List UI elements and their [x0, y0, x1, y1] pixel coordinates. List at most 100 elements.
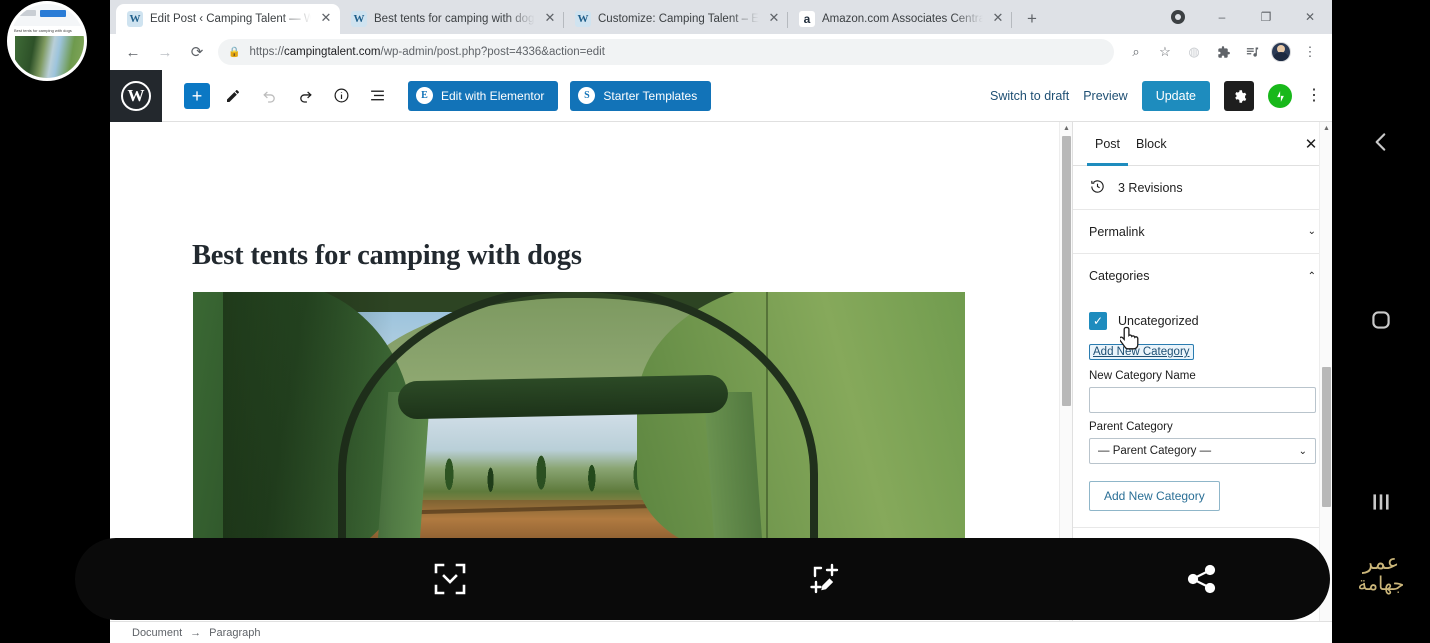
- bookmark-star-icon[interactable]: ☆: [1151, 38, 1179, 66]
- revisions-row[interactable]: 3 Revisions: [1073, 166, 1332, 210]
- tab-title: Edit Post ‹ Camping Talent — Wo: [150, 13, 311, 25]
- settings-gear-button[interactable]: [1224, 81, 1254, 111]
- avatar[interactable]: [1267, 38, 1295, 66]
- revisions-clock-icon: [1089, 178, 1106, 198]
- tab-close-icon[interactable]: ✕: [318, 11, 334, 27]
- editor-more-menu-button[interactable]: ⋮: [1306, 88, 1322, 103]
- editor-tools: +: [162, 82, 390, 109]
- wordpress-favicon-icon: W: [575, 11, 591, 27]
- tab-close-icon[interactable]: ✕: [542, 11, 558, 27]
- checkbox-checked-icon[interactable]: ✓: [1089, 312, 1107, 330]
- tab-strip: W Edit Post ‹ Camping Talent — Wo ✕ W Be…: [110, 0, 1332, 34]
- redo-button[interactable]: [292, 83, 318, 109]
- canvas-scrollbar-thumb[interactable]: [1062, 136, 1071, 406]
- starter-templates-button[interactable]: S Starter Templates: [570, 80, 712, 111]
- tab-block[interactable]: Block: [1128, 122, 1175, 166]
- jetpack-icon[interactable]: [1268, 84, 1292, 108]
- categories-row[interactable]: Categories ⌃: [1073, 254, 1332, 298]
- edit-with-elementor-label: Edit with Elementor: [441, 88, 545, 103]
- featured-image[interactable]: [193, 292, 965, 542]
- profile-dot-icon[interactable]: [1156, 0, 1200, 34]
- url-prefix: https://: [249, 46, 284, 58]
- update-button[interactable]: Update: [1141, 81, 1210, 111]
- wordpress-logo-icon: W: [121, 80, 151, 111]
- categories-panel: ✓ Uncategorized Add New Category New Cat…: [1073, 298, 1332, 528]
- edit-with-elementor-button[interactable]: E Edit with Elementor: [408, 80, 559, 111]
- window-controls: – ❐ ✕: [1156, 0, 1332, 34]
- new-category-name-input[interactable]: [1089, 387, 1316, 413]
- image-shadow: [223, 292, 393, 542]
- url-path: /wp-admin/post.php?post=4336&action=edit: [380, 46, 605, 58]
- tab-close-icon[interactable]: ✕: [766, 11, 782, 27]
- share-icon[interactable]: [1182, 559, 1222, 599]
- new-tab-button[interactable]: +: [1018, 5, 1046, 33]
- thumbnail-caption: Best tents for camping with dogs: [10, 26, 84, 35]
- address-bar[interactable]: 🔒 https://campingtalent.com/wp-admin/pos…: [218, 39, 1114, 65]
- browser-tab-3[interactable]: W Customize: Camping Talent – Eve ✕: [564, 4, 788, 34]
- wp-editor-toolbar: W + E Edit with Elementor S Starter Temp…: [110, 69, 1332, 122]
- watermark-line-2: جهامة: [1357, 573, 1405, 596]
- lock-icon: 🔒: [228, 46, 241, 58]
- markup-edit-icon[interactable]: [805, 559, 845, 599]
- scroll-up-arrow-icon[interactable]: ▲: [1322, 125, 1331, 132]
- add-new-category-button[interactable]: Add New Category: [1089, 481, 1220, 511]
- reload-button[interactable]: ⟳: [182, 37, 212, 67]
- permalink-row[interactable]: Permalink ⌄: [1073, 210, 1332, 254]
- preview-button[interactable]: Preview: [1083, 89, 1127, 103]
- thumbnail-browser-bar: [10, 4, 84, 26]
- list-view-button[interactable]: [364, 83, 390, 109]
- recents-bars-icon[interactable]: [1332, 482, 1430, 522]
- address-bar-url: https://campingtalent.com/wp-admin/post.…: [249, 46, 604, 58]
- post-title[interactable]: Best tents for camping with dogs: [192, 240, 1072, 272]
- tab-close-icon[interactable]: ✕: [990, 11, 1006, 27]
- add-new-category-link[interactable]: Add New Category: [1089, 344, 1194, 360]
- sidebar-scrollbar-thumb[interactable]: [1322, 367, 1331, 507]
- status-document[interactable]: Document: [132, 627, 182, 639]
- browser-tab-2[interactable]: W Best tents for camping with dogs ✕: [340, 4, 564, 34]
- undo-button[interactable]: [256, 83, 282, 109]
- minimize-button[interactable]: –: [1200, 0, 1244, 34]
- wordpress-favicon-icon: W: [127, 11, 143, 27]
- parent-category-label: Parent Category: [1089, 421, 1173, 433]
- status-block-type[interactable]: Paragraph: [209, 627, 260, 639]
- close-window-button[interactable]: ✕: [1288, 0, 1332, 34]
- crop-collapse-icon[interactable]: [430, 559, 470, 599]
- tab-title: Best tents for camping with dogs: [374, 13, 535, 25]
- category-label-uncategorized: Uncategorized: [1118, 314, 1199, 328]
- recorder-watermark: عمر جهامة: [1332, 550, 1430, 596]
- url-host: campingtalent.com: [283, 46, 381, 58]
- back-button[interactable]: ←: [118, 37, 148, 67]
- tab-post[interactable]: Post: [1087, 122, 1129, 166]
- screenshot-overlay-toolbar: [75, 538, 1330, 620]
- forward-button[interactable]: →: [150, 37, 180, 67]
- home-square-icon[interactable]: [1332, 300, 1430, 340]
- parent-category-value: — Parent Category —: [1098, 445, 1212, 457]
- details-info-button[interactable]: [328, 83, 354, 109]
- android-nav-bar: عمر جهامة: [1332, 0, 1430, 643]
- category-checkbox-row[interactable]: ✓ Uncategorized: [1089, 304, 1316, 334]
- zoom-search-icon[interactable]: ⌕: [1122, 38, 1150, 66]
- browser-tab-4[interactable]: a Amazon.com Associates Central ✕: [788, 4, 1012, 34]
- reading-list-icon[interactable]: [1238, 38, 1266, 66]
- parent-category-select[interactable]: — Parent Category — ⌄: [1089, 438, 1316, 464]
- wordpress-logo-button[interactable]: W: [110, 69, 162, 122]
- maximize-button[interactable]: ❐: [1244, 0, 1288, 34]
- screenshot-thumbnail[interactable]: Best tents for camping with dogs: [7, 1, 87, 81]
- tab-title: Customize: Camping Talent – Eve: [598, 13, 759, 25]
- browser-tab-1[interactable]: W Edit Post ‹ Camping Talent — Wo ✕: [116, 4, 340, 34]
- edit-pencil-button[interactable]: [220, 83, 246, 109]
- status-separator: →: [190, 626, 202, 639]
- omnibox-actions: ⌕ ☆ ◍ ⋮: [1122, 38, 1324, 66]
- extensions-puzzle-icon[interactable]: [1209, 38, 1237, 66]
- back-chevron-icon[interactable]: [1332, 122, 1430, 162]
- starter-templates-badge-icon: S: [578, 87, 596, 104]
- revisions-label: 3 Revisions: [1118, 180, 1183, 195]
- switch-to-draft-button[interactable]: Switch to draft: [990, 89, 1069, 103]
- tab-title: Amazon.com Associates Central: [822, 13, 983, 25]
- extension-circle-icon[interactable]: ◍: [1180, 38, 1208, 66]
- close-sidebar-button[interactable]: ✕: [1302, 135, 1320, 153]
- browser-menu-button[interactable]: ⋮: [1296, 38, 1324, 66]
- chevron-down-icon: ⌄: [1307, 226, 1316, 237]
- scroll-up-arrow-icon[interactable]: ▲: [1062, 125, 1071, 132]
- add-block-button[interactable]: +: [184, 82, 210, 109]
